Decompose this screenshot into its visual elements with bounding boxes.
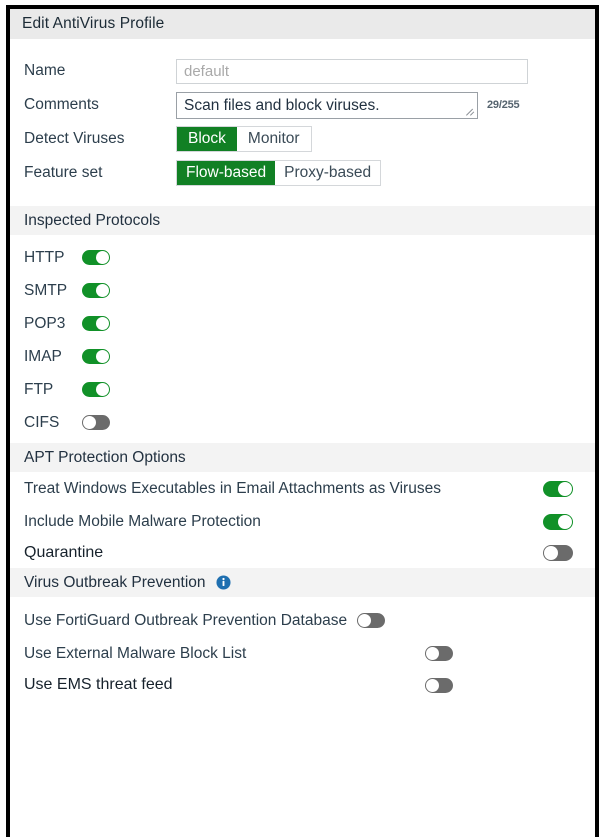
detect-viruses-label: Detect Viruses (24, 130, 176, 148)
dialog-title-bar: Edit AntiVirus Profile (10, 9, 595, 39)
spacer (10, 597, 595, 604)
section-title: Virus Outbreak Prevention (24, 574, 206, 592)
apt-protection-list: Treat Windows Executables in Email Attac… (10, 472, 595, 568)
option-toggle-use-ems-threat-feed[interactable] (425, 678, 453, 693)
option-label-quarantine: Quarantine (24, 544, 103, 562)
protocol-toggle-smtp[interactable] (82, 283, 110, 298)
option-toggle-use-external-malware-block-list[interactable] (425, 646, 453, 661)
protocol-label-pop3: POP3 (24, 315, 82, 333)
screenshot-root: Edit AntiVirus Profile Name Comments (0, 0, 605, 832)
info-circle-icon[interactable] (216, 575, 231, 590)
section-title: Inspected Protocols (24, 212, 160, 230)
name-label: Name (24, 62, 176, 80)
comments-textarea[interactable] (177, 93, 477, 118)
protocol-toggle-imap[interactable] (82, 349, 110, 364)
feature-set-segmented: Flow-based Proxy-based (176, 160, 381, 186)
comments-textarea-box (176, 92, 478, 119)
window-frame: Edit AntiVirus Profile Name Comments (6, 5, 599, 837)
virus-outbreak-prevention-list: Use FortiGuard Outbreak Prevention Datab… (10, 597, 595, 700)
name-input[interactable] (176, 59, 528, 84)
protocol-toggle-cifs[interactable] (82, 415, 110, 430)
form-row-feature-set: Feature set Flow-based Proxy-based (10, 157, 595, 189)
list-item: POP3 (10, 307, 595, 340)
list-item: Quarantine (10, 538, 595, 568)
detect-viruses-option-monitor[interactable]: Monitor (237, 127, 311, 151)
list-item: IMAP (10, 340, 595, 373)
option-label-treat-windows-executables: Treat Windows Executables in Email Attac… (24, 480, 441, 498)
protocol-label-http: HTTP (24, 249, 82, 267)
list-item: HTTP (10, 241, 595, 274)
dialog-panel: Edit AntiVirus Profile Name Comments (10, 9, 595, 837)
page-title: Edit AntiVirus Profile (22, 15, 164, 33)
option-label-use-ems-threat-feed: Use EMS threat feed (24, 676, 173, 694)
section-header-inspected-protocols: Inspected Protocols (10, 206, 595, 235)
option-label-use-external-malware-block-list: Use External Malware Block List (24, 645, 246, 663)
option-toggle-include-mobile-malware-protection[interactable] (543, 514, 573, 530)
list-item: FTP (10, 373, 595, 406)
list-item: Treat Windows Executables in Email Attac… (10, 472, 595, 505)
form-row-name: Name (10, 55, 595, 87)
comments-label: Comments (24, 96, 176, 114)
list-item: Use FortiGuard Outbreak Prevention Datab… (10, 604, 595, 637)
list-item: Use External Malware Block List (10, 637, 595, 670)
profile-form: Name Comments 29/255 (10, 39, 595, 199)
list-item: CIFS (10, 406, 595, 439)
section-title: APT Protection Options (24, 449, 186, 467)
option-toggle-treat-windows-executables[interactable] (543, 481, 573, 497)
protocol-toggle-http[interactable] (82, 250, 110, 265)
form-row-comments: Comments 29/255 (10, 89, 595, 121)
protocol-label-cifs: CIFS (24, 414, 82, 432)
spacer (10, 199, 595, 206)
detect-viruses-segmented: Block Monitor (176, 126, 312, 152)
comments-char-counter: 29/255 (487, 99, 519, 111)
comments-field-wrap: 29/255 (176, 92, 519, 119)
protocol-label-ftp: FTP (24, 381, 82, 399)
list-item: Include Mobile Malware Protection (10, 505, 595, 538)
feature-set-label: Feature set (24, 164, 176, 182)
list-item: SMTP (10, 274, 595, 307)
section-header-apt-protection: APT Protection Options (10, 443, 595, 472)
feature-set-option-flow-based[interactable]: Flow-based (177, 161, 275, 185)
protocol-label-imap: IMAP (24, 348, 82, 366)
feature-set-option-proxy-based[interactable]: Proxy-based (275, 161, 380, 185)
option-toggle-use-fortiguard-outbreak-prevention-database[interactable] (357, 613, 385, 628)
option-label-include-mobile-malware-protection: Include Mobile Malware Protection (24, 513, 261, 531)
option-label-use-fortiguard-outbreak-prevention-database: Use FortiGuard Outbreak Prevention Datab… (24, 612, 347, 630)
section-header-virus-outbreak-prevention: Virus Outbreak Prevention (10, 568, 595, 597)
name-field-wrap (176, 59, 528, 84)
detect-viruses-option-block[interactable]: Block (177, 127, 237, 151)
option-toggle-quarantine[interactable] (543, 545, 573, 561)
inspected-protocols-list: HTTP SMTP POP3 IMAP FTP CIFS (10, 235, 595, 443)
protocol-toggle-ftp[interactable] (82, 382, 110, 397)
form-row-detect-viruses: Detect Viruses Block Monitor (10, 123, 595, 155)
protocol-label-smtp: SMTP (24, 282, 82, 300)
list-item: Use EMS threat feed (10, 670, 595, 700)
protocol-toggle-pop3[interactable] (82, 316, 110, 331)
